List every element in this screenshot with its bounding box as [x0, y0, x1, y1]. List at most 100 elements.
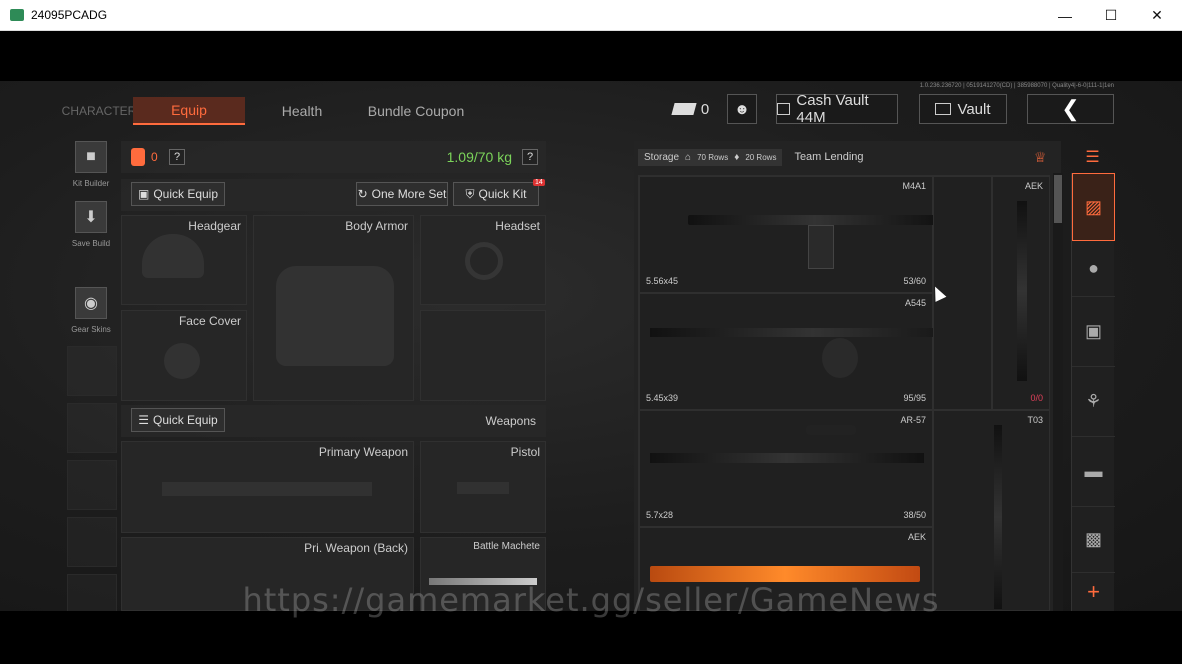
gear-skins-button[interactable]: ◉: [75, 287, 107, 319]
vault-button[interactable]: Vault: [919, 94, 1007, 124]
gasmask-silhouette-icon: [164, 343, 200, 379]
tab-health[interactable]: Health: [255, 97, 349, 125]
scope-icon: [806, 425, 856, 435]
tab-storage[interactable]: Storage ⌂ 70 Rows ♦ 20 Rows: [638, 148, 783, 166]
vault-icon: [935, 103, 952, 115]
storage-tab-label: Storage: [644, 151, 680, 163]
weapons-quick-equip-button[interactable]: ☰ Quick Equip: [131, 408, 225, 432]
sidebar-slot[interactable]: [67, 517, 117, 567]
item-name: AEK: [1024, 181, 1043, 191]
pistol-silhouette-icon: [457, 482, 509, 494]
home-icon: ⌂: [685, 151, 692, 163]
storage-rows-a: 70 Rows: [697, 152, 729, 162]
save-build-label: Save Build: [71, 239, 111, 248]
kit-builder-button[interactable]: ■: [75, 141, 107, 173]
headset-slot[interactable]: Headset: [420, 215, 546, 305]
face-cover-slot[interactable]: Face Cover: [121, 310, 247, 401]
kit-builder-label: Kit Builder: [72, 179, 110, 188]
equip-help-icon[interactable]: ?: [169, 149, 185, 165]
rifle-icon: [650, 453, 924, 463]
cash-vault-button[interactable]: Cash Vault 44M: [776, 92, 898, 126]
drum-mag-icon: [822, 338, 858, 378]
weapons-quick-equip-label: Quick Equip: [153, 413, 218, 427]
operator-icon: ☻: [734, 100, 750, 118]
equip-header: 0 ? 1.09/70 kg ?: [121, 141, 546, 173]
face-cover-label: Face Cover: [178, 314, 241, 328]
rifle-vertical-icon: [1017, 201, 1027, 381]
category-all-button[interactable]: ▨: [1072, 173, 1115, 241]
back-button[interactable]: ❮: [1027, 94, 1114, 124]
storage-item[interactable]: M4A1 5.56x45 53/60: [639, 176, 942, 293]
item-name: AEK: [907, 532, 926, 542]
primary-weapon-label: Primary Weapon: [318, 445, 408, 459]
one-more-set-button[interactable]: ↻ One More Set: [356, 182, 448, 206]
download-icon: ⬇: [84, 209, 98, 226]
save-build-button[interactable]: ⬇: [75, 201, 107, 233]
ammo-icon: ▣: [1084, 321, 1102, 341]
refresh-icon: ↻: [357, 187, 368, 201]
tab-team-lending[interactable]: Team Lending: [794, 151, 863, 163]
layers-icon: ▨: [1084, 196, 1102, 217]
storage-item[interactable]: A545 5.45x39 95/95: [639, 293, 976, 410]
tab-equip[interactable]: Equip: [133, 97, 245, 125]
category-box-button[interactable]: ▩: [1072, 507, 1115, 573]
magazine-icon: [808, 225, 834, 269]
stack-icon[interactable]: ☰: [1071, 141, 1114, 173]
equip-count: 0: [151, 150, 158, 164]
item-capacity: 53/60: [903, 276, 926, 286]
empty-gear-slot[interactable]: [420, 310, 546, 401]
window-titlebar: 24095PCADG — ☐ ✕: [0, 0, 1182, 31]
headset-label: Headset: [495, 219, 540, 233]
minimize-button[interactable]: —: [1042, 0, 1088, 31]
cash-vault-label: Cash Vault 44M: [796, 92, 869, 126]
vest-silhouette-icon: [276, 266, 394, 366]
equip-action-bar: ▣ Quick Equip ↻ One More Set ⛨ Quick Kit…: [121, 179, 546, 211]
pri-weapon-back-label: Pri. Weapon (Back): [304, 541, 408, 555]
sort-icon[interactable]: ♕: [1034, 149, 1047, 166]
body-armor-slot[interactable]: Body Armor: [253, 215, 414, 401]
category-sidebar: ▨ ● ▣ ⚘ ▬ ▩ +: [1071, 173, 1115, 611]
storage-item[interactable]: AEK 0/0: [992, 176, 1049, 410]
ticket-currency[interactable]: 0: [665, 94, 717, 124]
tab-bundle-coupon[interactable]: Bundle Coupon: [358, 97, 474, 125]
category-money-button[interactable]: ▬: [1072, 437, 1115, 507]
ticket-count: 0: [700, 100, 710, 118]
weight-help-icon[interactable]: ?: [522, 149, 538, 165]
sidebar-slot[interactable]: [67, 403, 117, 453]
game-viewport: 1.0.236.236720 | 0519141270(CD) | 385988…: [0, 31, 1182, 664]
list-icon: ☰: [138, 413, 150, 427]
helmet-silhouette-icon: [142, 234, 204, 278]
operator-button[interactable]: ☻: [727, 94, 757, 124]
headgear-slot[interactable]: Headgear: [121, 215, 247, 305]
item-capacity: 95/95: [903, 393, 926, 403]
quick-kit-label: Quick Kit: [478, 187, 527, 201]
app-icon: [10, 9, 24, 21]
storage-scroll-thumb[interactable]: [1054, 175, 1062, 223]
storage-rows-b: 20 Rows: [745, 152, 777, 162]
headset-silhouette-icon: [465, 242, 503, 280]
sidebar-slot[interactable]: [67, 460, 117, 510]
category-grenade-button[interactable]: ●: [1072, 241, 1115, 297]
storage-item[interactable]: AR-57 5.7x28 38/50: [639, 410, 933, 527]
tab-character[interactable]: CHARACTER: [62, 97, 137, 125]
rifle-icon: [688, 215, 942, 225]
pistol-slot[interactable]: Pistol: [420, 441, 546, 533]
storage-tabs: Storage ⌂ 70 Rows ♦ 20 Rows Team Lending: [638, 145, 864, 169]
storage-grid: M4A1 5.56x45 53/60 A545 5.45x39 95/95 AR…: [638, 175, 1050, 611]
storage-panel: Storage ⌂ 70 Rows ♦ 20 Rows Team Lending…: [634, 141, 1061, 611]
close-button[interactable]: ✕: [1134, 0, 1180, 31]
rifle-silhouette-icon: [162, 482, 372, 496]
melee-label: Battle Machete: [473, 541, 540, 552]
category-key-button[interactable]: ⚘: [1072, 367, 1115, 437]
quick-kit-button[interactable]: ⛨ Quick Kit: [453, 182, 539, 206]
storage-scrollbar[interactable]: [1053, 173, 1063, 611]
one-more-set-label: One More Set: [371, 187, 447, 201]
sidebar-slot[interactable]: [67, 346, 117, 396]
quick-equip-label: Quick Equip: [153, 187, 219, 201]
maximize-button[interactable]: ☐: [1088, 0, 1134, 31]
key-icon: ⚘: [1085, 391, 1102, 411]
category-ammo-button[interactable]: ▣: [1072, 297, 1115, 367]
window-title: 24095PCADG: [31, 8, 108, 22]
quick-equip-button[interactable]: ▣ Quick Equip: [131, 182, 225, 206]
primary-weapon-slot[interactable]: Primary Weapon: [121, 441, 414, 533]
